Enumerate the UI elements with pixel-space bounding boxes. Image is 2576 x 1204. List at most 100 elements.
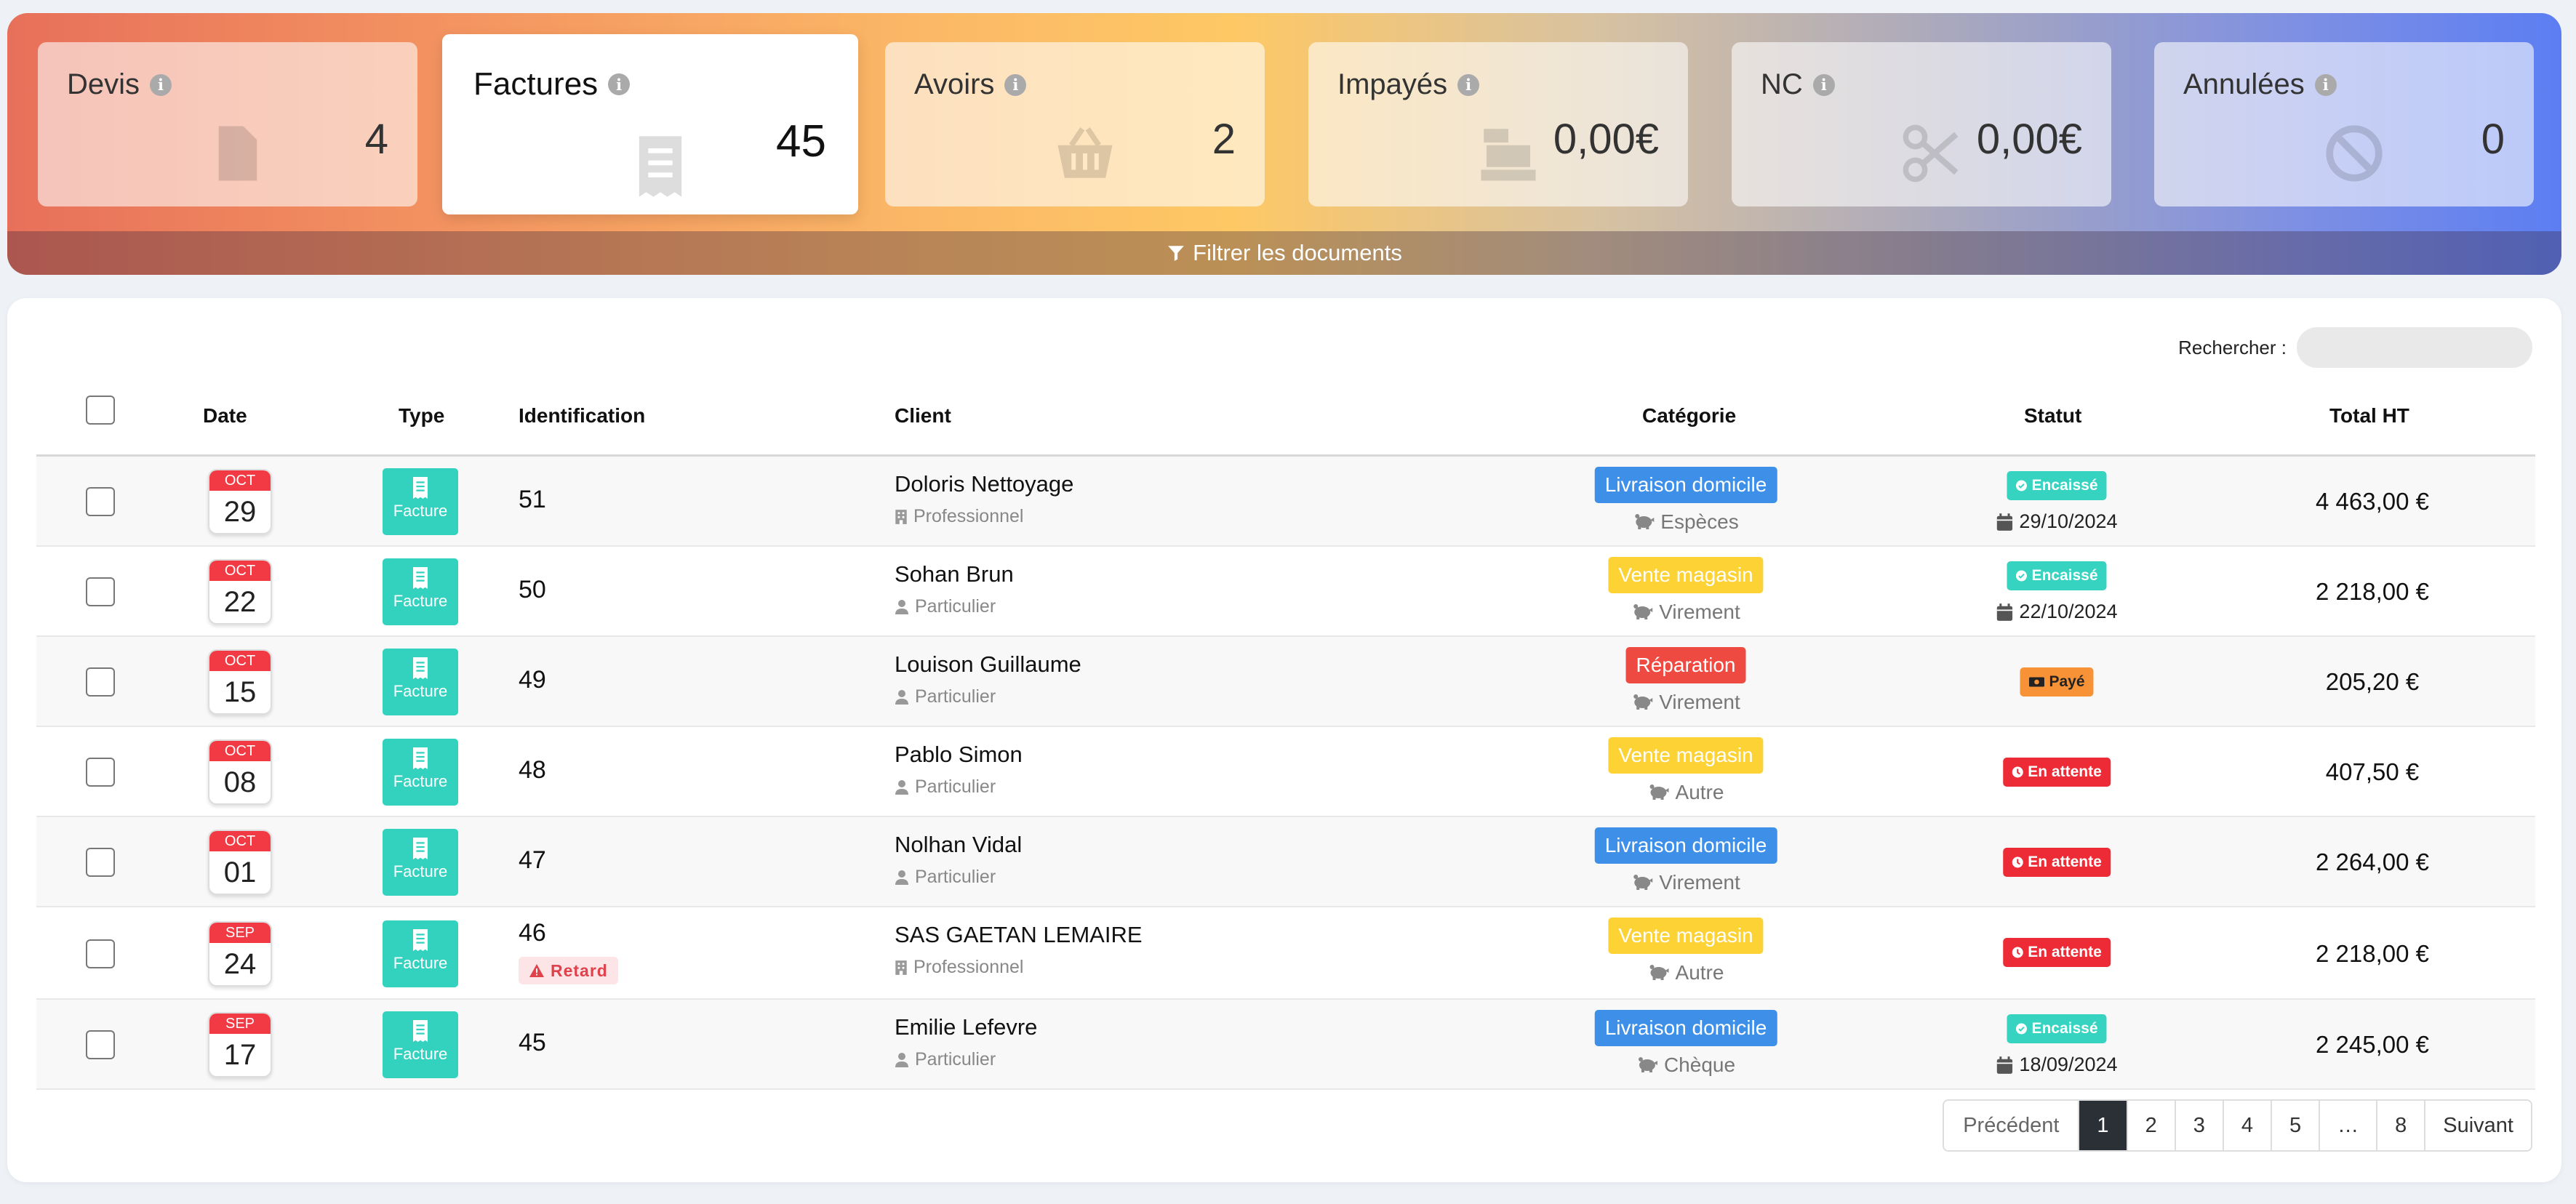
search-input[interactable] bbox=[2297, 327, 2532, 368]
row-checkbox[interactable] bbox=[86, 758, 115, 787]
client-kind-label: Particulier bbox=[915, 867, 996, 887]
table-row[interactable]: SEP 17 Facture 45 Emilie Lefevre Particu… bbox=[36, 1000, 2535, 1090]
table-row[interactable]: OCT 29 Facture 51 Doloris Nettoyage Prof… bbox=[36, 457, 2535, 547]
document-id-link[interactable]: 51 bbox=[519, 486, 546, 514]
table-row[interactable]: OCT 22 Facture 50 Sohan Brun Particulier… bbox=[36, 547, 2535, 637]
total-ht: 2 218,00 € bbox=[2316, 578, 2429, 605]
money-bill-icon bbox=[2028, 677, 2044, 687]
search-bar: Rechercher : bbox=[2178, 327, 2532, 368]
client-name-link[interactable]: Emilie Lefevre bbox=[895, 1014, 1037, 1040]
pagination-page-5[interactable]: 5 bbox=[2271, 1101, 2321, 1150]
filter-documents-button[interactable]: Filtrer les documents bbox=[7, 231, 2561, 275]
summary-card-impayes[interactable]: Impayés i 0,00€ bbox=[1308, 42, 1688, 206]
table-row[interactable]: OCT 08 Facture 48 Pablo Simon Particulie… bbox=[36, 727, 2535, 817]
status-date: 18/09/2024 bbox=[1996, 1054, 2118, 1076]
client-name-link[interactable]: SAS GAETAN LEMAIRE bbox=[895, 922, 1143, 948]
type-badge: Facture bbox=[383, 920, 458, 987]
row-checkbox[interactable] bbox=[86, 848, 115, 877]
table-row[interactable]: OCT 01 Facture 47 Nolhan Vidal Particuli… bbox=[36, 817, 2535, 907]
header-identification[interactable]: Identification bbox=[519, 377, 645, 454]
summary-card-nc[interactable]: NC i 0,00€ bbox=[1732, 42, 2111, 206]
summary-card-devis[interactable]: Devis i 4 bbox=[38, 42, 417, 206]
card-value: 0,00€ bbox=[1976, 116, 2082, 163]
header-category[interactable]: Catégorie bbox=[1642, 377, 1736, 454]
document-id-link[interactable]: 48 bbox=[519, 756, 546, 784]
info-icon[interactable]: i bbox=[2314, 73, 2337, 96]
type-label: Facture bbox=[393, 502, 448, 520]
clock-icon bbox=[2012, 766, 2023, 778]
piggy-bank-icon bbox=[1638, 1057, 1657, 1072]
document-id-link[interactable]: 47 bbox=[519, 846, 546, 875]
header-total[interactable]: Total HT bbox=[2329, 377, 2409, 454]
payment-label: Autre bbox=[1675, 961, 1724, 984]
check-circle-icon bbox=[2015, 1023, 2027, 1035]
client-name-link[interactable]: Sohan Brun bbox=[895, 561, 1014, 587]
pagination-page-8[interactable]: 8 bbox=[2377, 1101, 2426, 1150]
client-kind: Professionnel bbox=[895, 506, 1023, 527]
select-all-checkbox[interactable] bbox=[86, 396, 115, 425]
header-client[interactable]: Client bbox=[895, 377, 951, 454]
pagination-page-4[interactable]: 4 bbox=[2223, 1101, 2272, 1150]
client-name-link[interactable]: Doloris Nettoyage bbox=[895, 471, 1073, 497]
summary-card-annulees[interactable]: Annulées i 0 bbox=[2154, 42, 2534, 206]
summary-banner: Devis i 4 Factures i 45 Avoirs i 2 Impayés i… bbox=[7, 13, 2561, 275]
type-badge: Facture bbox=[383, 558, 458, 625]
header-type[interactable]: Type bbox=[399, 377, 444, 454]
pagination-page-1[interactable]: 1 bbox=[2079, 1101, 2128, 1150]
row-checkbox[interactable] bbox=[86, 939, 115, 968]
date-day: 22 bbox=[223, 586, 257, 618]
document-id-link[interactable]: 50 bbox=[519, 576, 546, 604]
client-kind-label: Professionnel bbox=[913, 506, 1024, 526]
card-label: Annulées bbox=[2183, 68, 2305, 100]
info-icon[interactable]: i bbox=[150, 73, 172, 96]
row-checkbox[interactable] bbox=[86, 667, 115, 697]
row-checkbox[interactable] bbox=[86, 577, 115, 606]
date-month: SEP bbox=[209, 1014, 271, 1034]
document-id-link[interactable]: 46 bbox=[519, 919, 546, 947]
info-icon[interactable]: i bbox=[1457, 73, 1480, 96]
client-kind-label: Particulier bbox=[915, 1049, 996, 1069]
row-checkbox[interactable] bbox=[86, 1030, 115, 1059]
info-icon[interactable]: i bbox=[1004, 73, 1027, 96]
row-checkbox[interactable] bbox=[86, 487, 115, 516]
piggy-bank-icon bbox=[1635, 514, 1655, 529]
pagination-previous[interactable]: Précédent bbox=[1944, 1101, 2080, 1150]
client-kind: Particulier bbox=[895, 776, 996, 798]
card-value: 4 bbox=[364, 116, 388, 163]
card-label: Devis bbox=[67, 68, 140, 100]
card-value: 0 bbox=[2481, 116, 2505, 163]
client-name-link[interactable]: Pablo Simon bbox=[895, 742, 1023, 768]
date-day: 17 bbox=[223, 1039, 257, 1071]
type-label: Facture bbox=[393, 592, 448, 610]
receipt-icon bbox=[413, 567, 428, 589]
filter-icon bbox=[1168, 246, 1184, 261]
document-id-link[interactable]: 49 bbox=[519, 666, 546, 694]
type-badge: Facture bbox=[383, 739, 458, 806]
late-badge: Retard bbox=[519, 957, 618, 984]
late-label: Retard bbox=[551, 960, 608, 980]
summary-card-avoirs[interactable]: Avoirs i 2 bbox=[885, 42, 1265, 206]
card-label: Avoirs bbox=[914, 68, 995, 100]
table-row[interactable]: OCT 15 Facture 49 Louison Guillaume Part… bbox=[36, 637, 2535, 727]
receipt-icon bbox=[413, 928, 428, 951]
status-date: 22/10/2024 bbox=[1996, 601, 2118, 623]
client-name-link[interactable]: Nolhan Vidal bbox=[895, 832, 1022, 858]
client-kind: Professionnel bbox=[895, 957, 1023, 978]
info-icon[interactable]: i bbox=[1812, 73, 1835, 96]
info-icon[interactable]: i bbox=[608, 73, 631, 95]
pagination-page-3[interactable]: 3 bbox=[2175, 1101, 2224, 1150]
document-id-link[interactable]: 45 bbox=[519, 1029, 546, 1057]
calendar-icon bbox=[1996, 603, 2013, 621]
pagination-next[interactable]: Suivant bbox=[2425, 1101, 2531, 1150]
header-status[interactable]: Statut bbox=[2024, 377, 2081, 454]
documents-panel: Rechercher : Date Type Identification Cl… bbox=[7, 298, 2561, 1182]
status-badge: En attente bbox=[2003, 848, 2111, 877]
date-day: 29 bbox=[223, 496, 257, 528]
table-row[interactable]: SEP 24 Facture 46 Retard SAS GAETAN LEMA… bbox=[36, 907, 2535, 1000]
status-label: En attente bbox=[2028, 763, 2102, 780]
header-date[interactable]: Date bbox=[203, 377, 247, 454]
pagination-page-2[interactable]: 2 bbox=[2127, 1101, 2176, 1150]
summary-card-factures[interactable]: Factures i 45 bbox=[442, 34, 858, 214]
payment-method: Espèces bbox=[1633, 510, 1739, 534]
client-name-link[interactable]: Louison Guillaume bbox=[895, 651, 1081, 678]
